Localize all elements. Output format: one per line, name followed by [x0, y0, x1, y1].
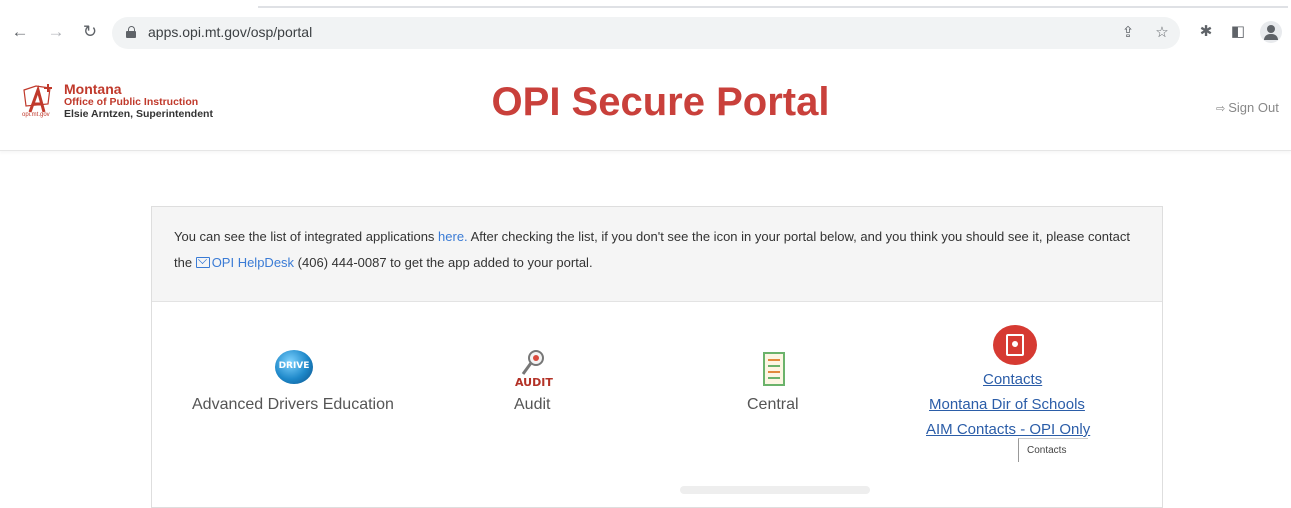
audit-icon-text: AUDIT — [515, 376, 553, 389]
sign-out-label[interactable]: Sign Out — [1228, 100, 1279, 115]
here-link[interactable]: here. — [438, 229, 468, 244]
contacts-app-icon[interactable] — [993, 325, 1037, 365]
reload-icon[interactable]: ↻ — [80, 22, 100, 42]
notice-part1: You can see the list of integrated appli… — [174, 229, 439, 244]
browser-toolbar: ← → ↻ apps.opi.mt.gov/osp/portal ⇪ ☆ ✱ ◧ — [0, 0, 1291, 58]
notice-part3: (406) 444-0087 to get the app added to y… — [294, 255, 593, 270]
tab-strip-divider — [258, 6, 1288, 8]
app-advanced-drivers-education[interactable]: Advanced Drivers Education — [192, 396, 394, 414]
page-title: OPI Secure Portal — [491, 80, 830, 124]
sign-out-icon: ⇨ — [1216, 103, 1226, 115]
helpdesk-link[interactable]: OPI HelpDesk — [195, 255, 294, 270]
drive-icon-text: DRIVE — [278, 361, 310, 371]
lock-icon[interactable] — [126, 26, 136, 38]
url-text[interactable]: apps.opi.mt.gov/osp/portal — [148, 24, 312, 40]
sign-out-link[interactable]: ⇨ Sign Out — [1216, 100, 1279, 115]
back-icon[interactable]: ← — [10, 22, 30, 42]
notice-text: You can see the list of integrated appli… — [174, 224, 1149, 276]
contacts-tooltip: Contacts — [1018, 438, 1088, 462]
mail-icon — [195, 257, 210, 268]
app-audit[interactable]: Audit — [514, 396, 550, 414]
site-header: Montana Office of Public Instruction Els… — [0, 58, 1291, 151]
share-icon[interactable]: ⇪ — [1118, 23, 1138, 43]
forward-icon[interactable]: → — [46, 22, 66, 42]
drive-app-icon[interactable]: DRIVE — [275, 350, 313, 384]
extensions-icon[interactable]: ✱ — [1196, 22, 1216, 42]
profile-icon[interactable] — [1260, 21, 1282, 43]
montana-dir-of-schools-link[interactable]: Montana Dir of Schools — [929, 396, 1085, 413]
central-app-icon[interactable] — [763, 352, 785, 386]
address-bar[interactable]: apps.opi.mt.gov/osp/portal ⇪ ☆ — [112, 17, 1180, 49]
bottom-partial-element — [680, 486, 870, 494]
aim-contacts-link[interactable]: AIM Contacts - OPI Only — [926, 421, 1090, 438]
contacts-link[interactable]: Contacts — [983, 371, 1042, 388]
helpdesk-label[interactable]: OPI HelpDesk — [212, 255, 294, 270]
side-panel-icon[interactable]: ◧ — [1228, 22, 1248, 42]
star-icon[interactable]: ☆ — [1152, 23, 1172, 43]
app-central[interactable]: Central — [747, 396, 799, 414]
notice-box: You can see the list of integrated appli… — [152, 207, 1162, 302]
address-book-icon — [1006, 334, 1024, 356]
